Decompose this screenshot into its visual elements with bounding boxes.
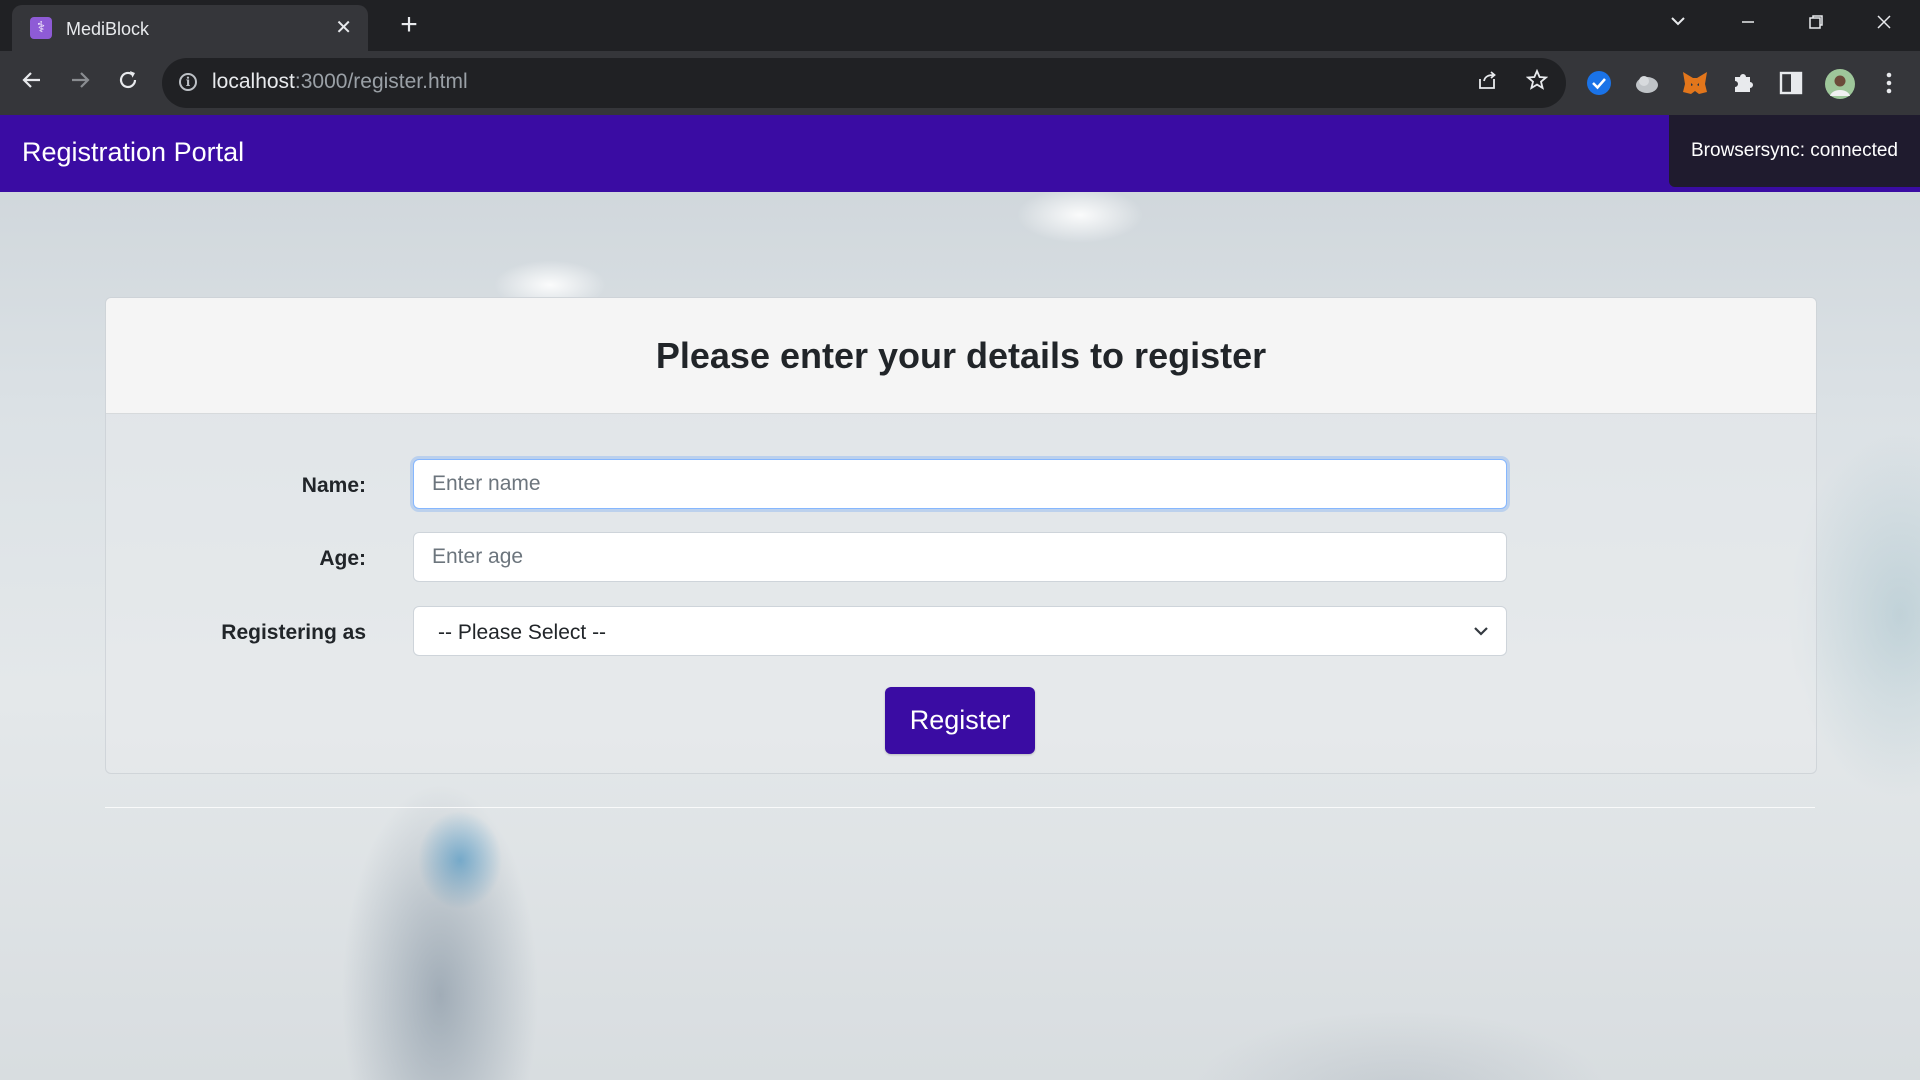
select-value: -- Please Select --: [438, 621, 607, 644]
tab-search-chevron-icon[interactable]: [1652, 6, 1704, 42]
registering-as-label: Registering as: [221, 621, 366, 644]
name-input[interactable]: [413, 459, 1507, 509]
minimize-icon[interactable]: [1722, 6, 1774, 42]
page-title: Please enter your details to register: [655, 335, 1267, 376]
close-tab-icon[interactable]: ✕: [335, 16, 352, 40]
new-tab-plus-icon[interactable]: +: [392, 8, 426, 42]
age-label: Age:: [319, 547, 366, 570]
profile-avatar[interactable]: [1824, 68, 1855, 99]
side-panel-icon[interactable]: [1776, 68, 1806, 98]
tab-title: MediBlock: [66, 19, 150, 39]
back-arrow-icon[interactable]: [14, 65, 50, 101]
divider: [105, 807, 1815, 808]
chevron-down-icon: [1470, 620, 1492, 642]
forward-arrow-icon[interactable]: [62, 65, 98, 101]
puzzle-extensions-icon[interactable]: [1729, 68, 1759, 98]
register-button[interactable]: Register: [885, 687, 1035, 754]
url-path: :3000/register.html: [294, 70, 468, 93]
browser-tabstrip: ⚕ MediBlock ✕ +: [0, 0, 1920, 51]
navbar-brand[interactable]: Registration Portal: [22, 137, 244, 168]
bookmark-star-icon[interactable]: [1523, 68, 1551, 97]
share-icon[interactable]: [1474, 69, 1502, 97]
age-input[interactable]: [413, 532, 1507, 582]
page-viewport: Registration Portal Browsersync: connect…: [0, 115, 1920, 1080]
registration-card: Please enter your details to register Na…: [105, 297, 1817, 774]
metamask-fox-icon[interactable]: [1680, 68, 1710, 98]
site-info-icon[interactable]: i: [179, 73, 197, 91]
browser-tab[interactable]: ⚕ MediBlock ✕: [12, 5, 368, 51]
registering-as-select[interactable]: -- Please Select --: [413, 606, 1507, 656]
url-host: localhost: [212, 70, 295, 93]
address-bar[interactable]: i localhost:3000/register.html: [162, 58, 1566, 108]
name-label: Name:: [301, 474, 366, 497]
card-header: Please enter your details to register: [106, 298, 1816, 414]
top-navbar: Registration Portal: [0, 115, 1920, 192]
restore-icon[interactable]: [1790, 6, 1842, 42]
cloud-extension-icon[interactable]: [1632, 68, 1662, 98]
url-text[interactable]: localhost:3000/register.html: [212, 70, 468, 94]
reload-icon[interactable]: [110, 65, 146, 101]
browser-menu-kebab-icon[interactable]: [1874, 68, 1904, 98]
medical-caduceus-icon: ⚕: [30, 17, 52, 39]
checkmark-extension-icon[interactable]: [1584, 68, 1614, 98]
close-window-icon[interactable]: [1858, 6, 1910, 42]
browser-toolbar: i localhost:3000/register.html: [0, 51, 1920, 115]
browsersync-notification: Browsersync: connected: [1669, 115, 1920, 187]
